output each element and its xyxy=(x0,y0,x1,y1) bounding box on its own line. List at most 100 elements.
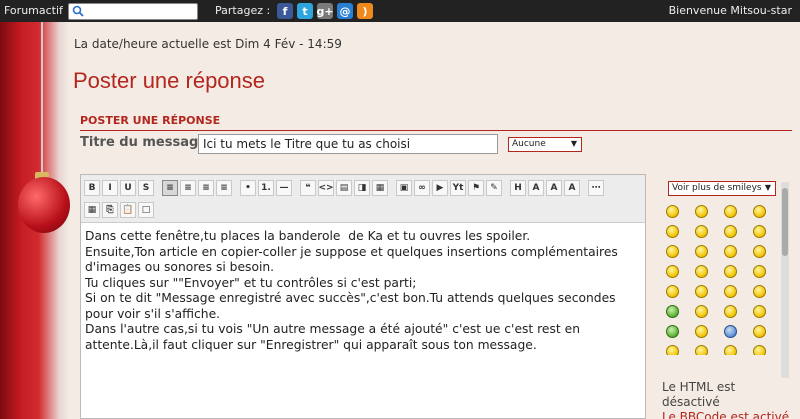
smiley-icon[interactable] xyxy=(753,325,766,338)
ribbon-decoration xyxy=(0,22,22,419)
toolbar-button-fn[interactable]: A xyxy=(564,180,580,196)
editor-toolbar: B I U S ≡ ≡ ≡ ≡ • 1. — ❝ <> ▤ ◨ ▦ ▣ ∞ ▶ Yt ⚑ ✎ H A A A ⋯ ▦ ⎘ 📋 □ xyxy=(81,175,645,223)
smiley-icon[interactable] xyxy=(695,285,708,298)
toolbar-button-ar[interactable]: ≡ xyxy=(198,180,214,196)
toolbar-button-dt[interactable]: ▦ xyxy=(84,202,100,218)
message-title-label: Titre du message xyxy=(80,135,208,150)
scrollbar-thumb[interactable] xyxy=(782,188,788,256)
share-icons: f t g+ @) xyxy=(277,3,373,19)
more-smileys-select[interactable]: Voir plus de smileys ▼ xyxy=(668,181,776,196)
toolbar-button-sz[interactable]: A xyxy=(546,180,562,196)
message-icon-select-value: Aucune xyxy=(512,139,546,149)
smiley-icon[interactable] xyxy=(753,285,766,298)
chevron-down-icon: ▼ xyxy=(764,183,771,192)
toolbar-button-hr[interactable]: — xyxy=(276,180,292,196)
toolbar-button-ul[interactable]: • xyxy=(240,180,256,196)
toolbar-button-ac[interactable]: ≡ xyxy=(180,180,196,196)
smiley-icon[interactable] xyxy=(666,225,679,238)
toolbar-button-ln[interactable]: ∞ xyxy=(414,180,430,196)
search-input[interactable] xyxy=(68,3,198,20)
top-bar: Forumactif Partagez : f t g+ @) Bienvenue M… xyxy=(0,0,800,22)
smiley-icon[interactable] xyxy=(695,225,708,238)
message-editor: B I U S ≡ ≡ ≡ ≡ • 1. — ❝ <> ▤ ◨ ▦ ▣ ∞ ▶ Yt ⚑ ✎ H A A A ⋯ ▦ ⎘ 📋 □ Dans… xyxy=(80,174,646,419)
toolbar-button-sp[interactable]: ▤ xyxy=(336,180,352,196)
smiley-icon[interactable] xyxy=(724,265,737,278)
toolbar-button-yt[interactable]: Yt xyxy=(450,180,466,196)
toolbar-button-hd[interactable]: ◨ xyxy=(354,180,370,196)
page-title: Poster une réponse xyxy=(73,68,266,93)
toolbar-button-ex[interactable]: ✎ xyxy=(486,180,502,196)
smiley-icon[interactable] xyxy=(753,205,766,218)
editor-toolbar-row-1: B I U S ≡ ≡ ≡ ≡ • 1. — ❝ <> ▤ ◨ ▦ ▣ ∞ ▶ Yt ⚑ ✎ H A A A ⋯ xyxy=(84,180,604,196)
email-icon[interactable]: @ xyxy=(337,3,353,19)
smiley-icon[interactable] xyxy=(666,205,679,218)
smiley-icon[interactable] xyxy=(666,265,679,278)
toolbar-button-S[interactable]: S xyxy=(138,180,154,196)
toolbar-separator xyxy=(504,180,508,196)
smiley-icon[interactable] xyxy=(724,225,737,238)
christmas-banner-decoration xyxy=(0,22,70,419)
message-icon-select[interactable]: Aucune ▼ xyxy=(508,137,582,152)
search-icon xyxy=(72,5,84,17)
smiley-icon[interactable] xyxy=(753,265,766,278)
bbcode-status-link[interactable]: Le BBCode est activé xyxy=(662,410,789,419)
toolbar-button-al[interactable]: ≡ xyxy=(162,180,178,196)
rss-icon[interactable]: ) xyxy=(357,3,373,19)
google-plus-icon[interactable]: g+ xyxy=(316,3,334,19)
message-title-input[interactable]: Ici tu mets le Titre que tu as choisi xyxy=(198,134,498,154)
smiley-grid xyxy=(666,205,776,355)
more-smileys-select-value: Voir plus de smileys xyxy=(672,183,762,193)
brand-link[interactable]: Forumactif xyxy=(4,4,63,17)
smiley-icon[interactable] xyxy=(666,245,679,258)
facebook-icon[interactable]: f xyxy=(277,3,293,19)
smiley-icon[interactable] xyxy=(695,305,708,318)
toolbar-button-im[interactable]: ▣ xyxy=(396,180,412,196)
smiley-icon[interactable] xyxy=(753,345,766,355)
smiley-icon[interactable] xyxy=(753,305,766,318)
smiley-icon[interactable] xyxy=(666,305,679,318)
toolbar-button-pa[interactable]: 📋 xyxy=(120,202,136,218)
toolbar-button-U[interactable]: U xyxy=(120,180,136,196)
toolbar-button-cp[interactable]: ⎘ xyxy=(102,202,118,218)
toolbar-button-cd[interactable]: <> xyxy=(318,180,334,196)
smiley-scrollbar[interactable] xyxy=(781,182,789,378)
toolbar-button-q[interactable]: ❝ xyxy=(300,180,316,196)
smiley-icon[interactable] xyxy=(724,245,737,258)
editor-toolbar-row-2: ▦ ⎘ 📋 □ xyxy=(84,202,154,218)
twitter-icon[interactable]: t xyxy=(297,3,313,19)
toolbar-button-I[interactable]: I xyxy=(102,180,118,196)
toolbar-button-B[interactable]: B xyxy=(84,180,100,196)
smiley-icon[interactable] xyxy=(724,325,737,338)
toolbar-button-nw[interactable]: □ xyxy=(138,202,154,218)
toolbar-button-tb[interactable]: ▦ xyxy=(372,180,388,196)
smiley-icon[interactable] xyxy=(666,325,679,338)
welcome-user-link[interactable]: Bienvenue Mitsou-star xyxy=(669,4,792,17)
message-body-textarea[interactable]: Dans cette fenêtre,tu places la banderol… xyxy=(85,229,641,353)
smiley-icon[interactable] xyxy=(724,205,737,218)
toolbar-separator xyxy=(390,180,394,196)
share-label: Partagez : xyxy=(215,4,271,17)
smiley-icon[interactable] xyxy=(724,305,737,318)
toolbar-separator xyxy=(234,180,238,196)
smiley-icon[interactable] xyxy=(753,245,766,258)
ornament-string xyxy=(41,22,43,182)
smiley-icon[interactable] xyxy=(666,345,679,355)
toolbar-button-A[interactable]: A xyxy=(528,180,544,196)
smiley-icon[interactable] xyxy=(695,265,708,278)
ornament-ball xyxy=(18,177,70,233)
smiley-icon[interactable] xyxy=(695,345,708,355)
smiley-icon[interactable] xyxy=(695,245,708,258)
toolbar-button-H[interactable]: H xyxy=(510,180,526,196)
smiley-icon[interactable] xyxy=(724,285,737,298)
smiley-icon[interactable] xyxy=(695,205,708,218)
smiley-icon[interactable] xyxy=(753,225,766,238)
toolbar-button-aj[interactable]: ≡ xyxy=(216,180,232,196)
toolbar-button-more[interactable]: ⋯ xyxy=(588,180,604,196)
toolbar-button-ol[interactable]: 1. xyxy=(258,180,274,196)
smiley-icon[interactable] xyxy=(724,345,737,355)
toolbar-button-vi[interactable]: ▶ xyxy=(432,180,448,196)
smiley-icon[interactable] xyxy=(695,325,708,338)
smiley-icon[interactable] xyxy=(666,285,679,298)
chevron-down-icon: ▼ xyxy=(570,139,577,148)
toolbar-button-fl[interactable]: ⚑ xyxy=(468,180,484,196)
